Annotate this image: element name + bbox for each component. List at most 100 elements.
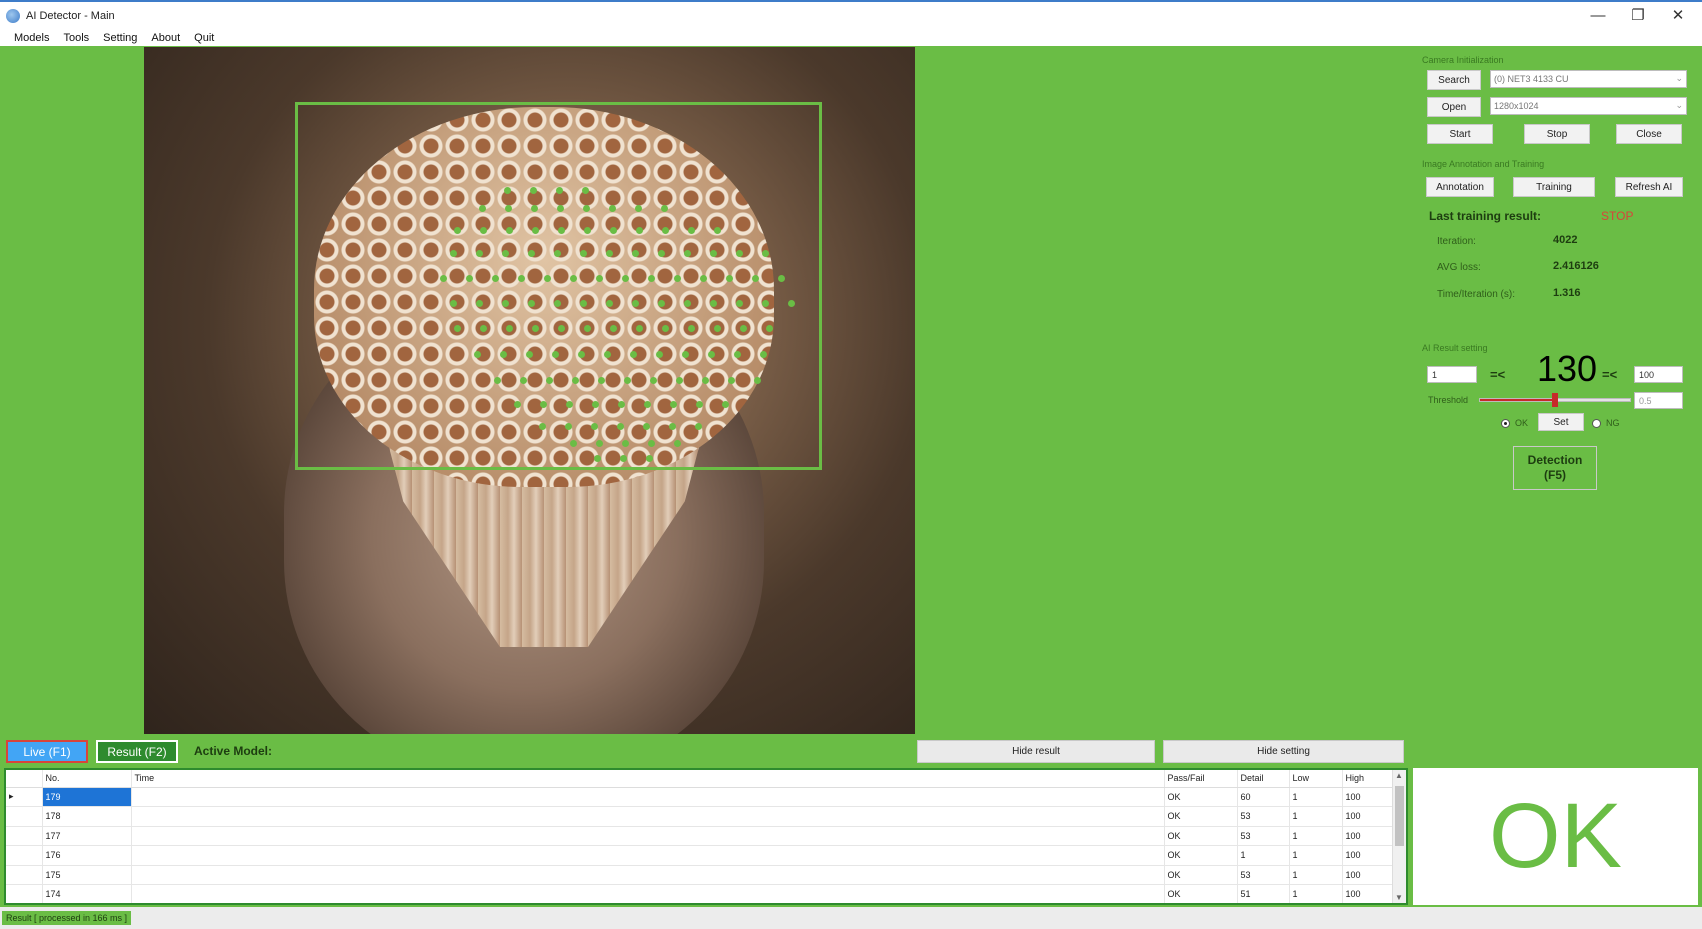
cell-detail: 53 — [1237, 865, 1290, 885]
detection-dot — [752, 275, 759, 282]
detection-dot — [592, 401, 599, 408]
hide-setting-button[interactable]: Hide setting — [1163, 740, 1404, 763]
detection-dot — [695, 423, 702, 430]
detection-dot — [583, 205, 590, 212]
stop-button[interactable]: Stop — [1524, 124, 1590, 144]
open-button[interactable]: Open — [1427, 97, 1481, 117]
cell-low: 1 — [1289, 787, 1343, 807]
menu-setting[interactable]: Setting — [103, 32, 137, 44]
table-row[interactable]: 178 OK 53 1 100 — [6, 806, 1395, 827]
detection-dot — [620, 455, 627, 462]
annotation-button[interactable]: Annotation — [1426, 177, 1494, 197]
cell-no: 179 — [42, 787, 132, 807]
training-button[interactable]: Training — [1513, 177, 1595, 197]
table-scrollbar[interactable]: ▲ ▼ — [1392, 770, 1406, 903]
col-pass-header[interactable]: Pass/Fail — [1164, 770, 1238, 788]
threshold-slider-handle[interactable] — [1552, 393, 1558, 407]
detection-dot — [566, 401, 573, 408]
ng-radio[interactable] — [1592, 419, 1601, 428]
camera-device-select[interactable]: (0) NET3 4133 CU ⌄ — [1490, 70, 1687, 88]
menu-tools[interactable]: Tools — [63, 32, 89, 44]
table-row[interactable]: 177 OK 53 1 100 — [6, 826, 1395, 846]
cell-no: 178 — [42, 806, 132, 827]
detection-dot — [582, 187, 589, 194]
cell-no: 176 — [42, 845, 132, 866]
menu-bar: Models Tools Setting About Quit — [0, 30, 1702, 46]
cell-high: 100 — [1342, 884, 1395, 903]
high-limit-input[interactable]: 100 — [1634, 366, 1683, 383]
detection-dot — [760, 351, 767, 358]
detection-region-box[interactable] — [295, 102, 822, 470]
threshold-input[interactable]: 0.5 — [1634, 392, 1683, 409]
scroll-up-icon[interactable]: ▲ — [1395, 771, 1403, 780]
detection-dot — [682, 351, 689, 358]
start-button[interactable]: Start — [1427, 124, 1493, 144]
cell-high: 100 — [1342, 845, 1395, 866]
menu-models[interactable]: Models — [14, 32, 49, 44]
scrollbar-thumb[interactable] — [1395, 786, 1404, 846]
result-tab[interactable]: Result (F2) — [96, 740, 178, 763]
detection-dot — [622, 275, 629, 282]
low-limit-input[interactable]: 1 — [1427, 366, 1477, 383]
cell-low: 1 — [1289, 806, 1343, 827]
detection-dot — [632, 300, 639, 307]
time-iteration-value: 1.316 — [1553, 287, 1581, 299]
cell-high: 100 — [1342, 787, 1395, 807]
cell-pass-fail: OK — [1164, 806, 1238, 827]
col-low-header[interactable]: Low — [1289, 770, 1343, 788]
resolution-select[interactable]: 1280x1024 ⌄ — [1490, 97, 1687, 115]
detection-dot — [584, 325, 591, 332]
col-time-header[interactable]: Time — [131, 770, 1165, 788]
detection-dot — [594, 455, 601, 462]
hide-result-button[interactable]: Hide result — [917, 740, 1155, 763]
detection-dot — [684, 300, 691, 307]
detection-button[interactable]: Detection (F5) — [1513, 446, 1597, 490]
detection-dot — [762, 300, 769, 307]
search-button[interactable]: Search — [1427, 70, 1481, 90]
detection-dot — [526, 351, 533, 358]
cell-high: 100 — [1342, 806, 1395, 827]
camera-image-view[interactable] — [144, 47, 915, 734]
live-tab[interactable]: Live (F1) — [6, 740, 88, 763]
detection-dot — [591, 423, 598, 430]
col-detail-header[interactable]: Detail — [1237, 770, 1290, 788]
detection-dot — [636, 325, 643, 332]
cell-low: 1 — [1289, 884, 1343, 903]
row-indicator — [6, 845, 43, 866]
detection-dot — [606, 300, 613, 307]
refresh-ai-button[interactable]: Refresh AI — [1615, 177, 1683, 197]
detection-dot — [734, 351, 741, 358]
restore-button[interactable]: ❐ — [1618, 4, 1658, 28]
table-row[interactable]: 174 OK 51 1 100 — [6, 884, 1395, 903]
col-no-header[interactable]: No. — [42, 770, 132, 788]
table-row[interactable]: 176 OK 1 1 100 — [6, 845, 1395, 866]
detection-dot — [584, 227, 591, 234]
detection-dot — [674, 275, 681, 282]
set-button[interactable]: Set — [1538, 413, 1584, 431]
detection-dot — [754, 377, 761, 384]
close-window-button[interactable]: ✕ — [1658, 4, 1698, 28]
close-camera-button[interactable]: Close — [1616, 124, 1682, 144]
detection-dot — [450, 250, 457, 257]
threshold-label: Threshold — [1428, 395, 1469, 405]
minimize-button[interactable]: — — [1578, 4, 1618, 28]
cell-pass-fail: OK — [1164, 826, 1238, 846]
detection-dot — [658, 250, 665, 257]
results-table[interactable]: No. Time Pass/Fail Detail Low High ▸ 179 O… — [4, 768, 1408, 905]
table-row[interactable]: ▸ 179 OK 60 1 100 — [6, 787, 1395, 807]
menu-quit[interactable]: Quit — [194, 32, 214, 44]
menu-about[interactable]: About — [151, 32, 180, 44]
detection-dot — [604, 351, 611, 358]
detection-dot — [502, 250, 509, 257]
detection-dot — [505, 205, 512, 212]
app-window: AI Detector - Main — ❐ ✕ Models Tools Se… — [0, 0, 1702, 929]
ok-radio[interactable] — [1501, 419, 1510, 428]
detection-dot — [702, 377, 709, 384]
cell-low: 1 — [1289, 826, 1343, 846]
row-indicator — [6, 865, 43, 885]
detection-dot — [518, 275, 525, 282]
table-row[interactable]: 175 OK 53 1 100 — [6, 865, 1395, 885]
scroll-down-icon[interactable]: ▼ — [1395, 893, 1403, 902]
detection-dot — [480, 227, 487, 234]
col-high-header[interactable]: High — [1342, 770, 1395, 788]
